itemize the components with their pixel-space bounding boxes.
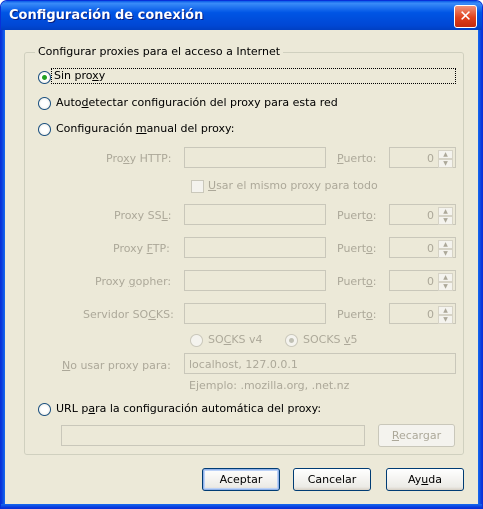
ftp-port-value: 0 (427, 242, 434, 255)
window-frame-right (478, 30, 482, 508)
no-proxy-input[interactable]: localhost, 127.0.0.1 (184, 353, 456, 374)
radio-manual[interactable] (38, 123, 51, 136)
spin-down-icon[interactable]: ▼ (438, 249, 453, 258)
radio-auto-url[interactable] (38, 403, 51, 416)
socks-host-input[interactable] (184, 303, 326, 324)
spin-up-icon[interactable]: ▲ (438, 273, 453, 282)
spin-down-icon[interactable]: ▼ (438, 216, 453, 225)
no-proxy-example: Ejemplo: .mozilla.org, .net.nz (189, 379, 350, 392)
spin-up-icon[interactable]: ▲ (438, 306, 453, 315)
window-title: Configuración de conexión (9, 8, 204, 23)
same-proxy-checkbox[interactable] (191, 180, 204, 193)
http-proxy-label: Proxy HTTP: (106, 152, 172, 165)
socks-port-label: Puerto: (337, 308, 377, 321)
spin-up-icon[interactable]: ▲ (438, 207, 453, 216)
ssl-proxy-label: Proxy SSL: (114, 209, 172, 222)
socks-port-spinner[interactable]: 0 ▲ ▼ (389, 303, 456, 324)
radio-socks-v4-label[interactable]: SOCKS v4 (208, 333, 263, 346)
radio-socks-v4[interactable] (190, 334, 203, 347)
window-frame-bottom (1, 504, 482, 508)
ftp-port-spinner[interactable]: 0 ▲ ▼ (389, 237, 456, 258)
http-port-label: Puerto: (337, 152, 377, 165)
radio-manual-label[interactable]: Configuración manual del proxy: (56, 122, 234, 135)
gopher-proxy-label: Proxy gopher: (95, 275, 172, 288)
close-button[interactable]: ✕ (454, 5, 477, 28)
radio-socks-v5-label[interactable]: SOCKS v5 (303, 333, 358, 346)
ssl-proxy-input[interactable] (184, 204, 326, 225)
cancel-button[interactable]: Cancelar (293, 468, 371, 491)
socks-port-value: 0 (427, 308, 434, 321)
same-proxy-label[interactable]: Usar el mismo proxy para todo (208, 179, 378, 192)
radio-socks-v5[interactable] (285, 334, 298, 347)
radio-autodetect[interactable] (38, 97, 51, 110)
auto-url-input[interactable] (61, 425, 365, 446)
help-button[interactable]: Ayuda (386, 468, 464, 491)
gopher-port-value: 0 (427, 275, 434, 288)
ok-button[interactable]: Aceptar (202, 468, 280, 491)
gopher-port-spinner[interactable]: 0 ▲ ▼ (389, 270, 456, 291)
spin-down-icon[interactable]: ▼ (438, 282, 453, 291)
radio-autodetect-label[interactable]: Autodetectar configuración del proxy par… (56, 96, 338, 109)
connection-settings-dialog: Configuración de conexión ✕ Configurar p… (0, 0, 483, 509)
ssl-port-spinner[interactable]: 0 ▲ ▼ (389, 204, 456, 225)
http-proxy-input[interactable] (184, 147, 326, 168)
title-bar[interactable]: Configuración de conexión ✕ (1, 1, 482, 30)
gopher-proxy-input[interactable] (184, 270, 326, 291)
http-port-spinner[interactable]: 0 ▲ ▼ (389, 147, 456, 168)
ssl-port-label: Puerto: (337, 209, 377, 222)
spin-down-icon[interactable]: ▼ (438, 159, 453, 168)
no-proxy-label: No usar proxy para: (62, 359, 171, 372)
spin-down-icon[interactable]: ▼ (438, 315, 453, 324)
reload-button[interactable]: Recargar (378, 424, 455, 447)
close-icon: ✕ (459, 7, 472, 25)
ftp-port-label: Puerto: (337, 242, 377, 255)
radio-no-proxy[interactable] (38, 71, 51, 84)
ssl-port-value: 0 (427, 209, 434, 222)
radio-no-proxy-label[interactable]: Sin proxy (51, 68, 456, 84)
ftp-proxy-input[interactable] (184, 237, 326, 258)
http-port-value: 0 (427, 152, 434, 165)
group-legend: Configurar proxies para el acceso a Inte… (35, 45, 284, 58)
no-proxy-value: localhost, 127.0.0.1 (189, 358, 298, 371)
gopher-port-label: Puerto: (337, 275, 377, 288)
spin-up-icon[interactable]: ▲ (438, 240, 453, 249)
window-frame-left (1, 30, 5, 508)
ftp-proxy-label: Proxy FTP: (113, 242, 170, 255)
spin-up-icon[interactable]: ▲ (438, 150, 453, 159)
radio-auto-url-label[interactable]: URL para la configuración automática del… (56, 402, 321, 415)
socks-host-label: Servidor SOCKS: (83, 308, 174, 321)
